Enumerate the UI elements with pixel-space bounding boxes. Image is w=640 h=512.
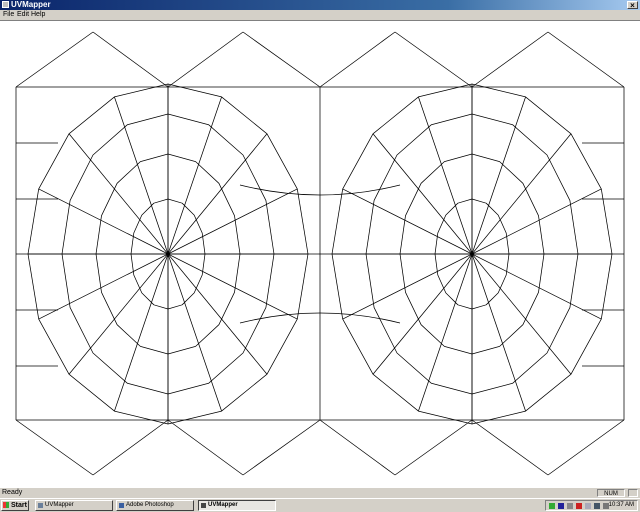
status-text: Ready — [2, 489, 23, 496]
mesh-edge — [167, 31, 244, 88]
mesh-spoke — [471, 133, 572, 255]
mesh-spoke — [167, 253, 222, 412]
mesh-edge — [319, 419, 396, 476]
mesh-spoke — [167, 96, 222, 255]
mesh-spoke — [471, 253, 602, 320]
monitor-icon[interactable] — [594, 503, 600, 509]
task-button-photoshop[interactable]: Adobe Photoshop — [116, 500, 194, 511]
mesh-edge — [547, 31, 625, 88]
mesh-spoke — [342, 188, 473, 255]
title-bar[interactable]: UVMapper × — [0, 0, 640, 10]
photoshop-icon — [119, 503, 124, 508]
windows-logo-icon — [3, 502, 9, 508]
close-button[interactable]: × — [627, 1, 638, 10]
task-button-uvmapper-active[interactable]: UVMapper — [198, 500, 276, 511]
window-title: UVMapper — [11, 0, 51, 9]
resize-grip[interactable] — [628, 489, 638, 497]
mesh-edge — [471, 419, 549, 476]
mesh-spoke — [167, 133, 268, 255]
mesh-spoke — [167, 253, 298, 320]
mesh-edge — [394, 419, 473, 476]
mesh-edge — [319, 31, 396, 88]
mesh-spoke — [38, 188, 169, 255]
app-icon — [38, 503, 43, 508]
menu-edit[interactable]: Edit — [17, 10, 29, 20]
red-square-icon[interactable] — [576, 503, 582, 509]
mesh-edge — [471, 31, 549, 88]
mesh-spoke — [167, 188, 298, 255]
shield-icon[interactable] — [549, 503, 555, 509]
menu-bar: File Edit Help — [0, 10, 640, 20]
mesh-spoke — [418, 96, 473, 255]
mesh-spoke — [68, 253, 169, 375]
mesh-edge — [547, 419, 625, 476]
mesh-spoke — [342, 253, 473, 320]
mesh-edge — [242, 419, 321, 476]
num-lock-indicator: NUM — [597, 489, 625, 497]
task-button-uvmapper[interactable]: UVMapper — [35, 500, 113, 511]
mesh-spoke — [471, 96, 526, 255]
network-icon[interactable] — [558, 503, 564, 509]
taskbar: Start UVMapper Adobe Photoshop UVMapper … — [0, 498, 640, 512]
status-bar: Ready NUM — [0, 488, 640, 498]
mesh-spoke — [471, 253, 572, 375]
uv-canvas[interactable] — [0, 20, 640, 488]
mesh-spoke — [38, 253, 169, 320]
mesh-edge — [92, 31, 169, 88]
menu-help[interactable]: Help — [31, 10, 45, 20]
mesh-spoke — [372, 133, 473, 255]
mesh-edge — [394, 31, 473, 88]
gear-icon[interactable] — [567, 503, 573, 509]
uv-mesh[interactable] — [0, 20, 640, 488]
start-button[interactable]: Start — [1, 500, 29, 511]
clock: 10:37 AM — [608, 502, 634, 508]
mesh-edge — [167, 419, 244, 476]
mesh-spoke — [114, 96, 169, 255]
mesh-spoke — [68, 133, 169, 255]
app-icon — [201, 503, 206, 508]
mesh-spoke — [471, 253, 526, 412]
mesh-spoke — [418, 253, 473, 412]
menu-file[interactable]: File — [3, 10, 14, 20]
mesh-spoke — [372, 253, 473, 375]
mesh-spoke — [471, 188, 602, 255]
mesh-edge — [15, 419, 94, 476]
system-tray: 10:37 AM — [545, 500, 638, 511]
mesh-spoke — [114, 253, 169, 412]
mesh-spoke — [167, 253, 268, 375]
mesh-edge — [92, 419, 169, 476]
window-icon[interactable] — [585, 503, 591, 509]
mesh-edge — [242, 31, 321, 88]
mesh-edge — [15, 31, 94, 88]
app-icon — [2, 1, 9, 8]
